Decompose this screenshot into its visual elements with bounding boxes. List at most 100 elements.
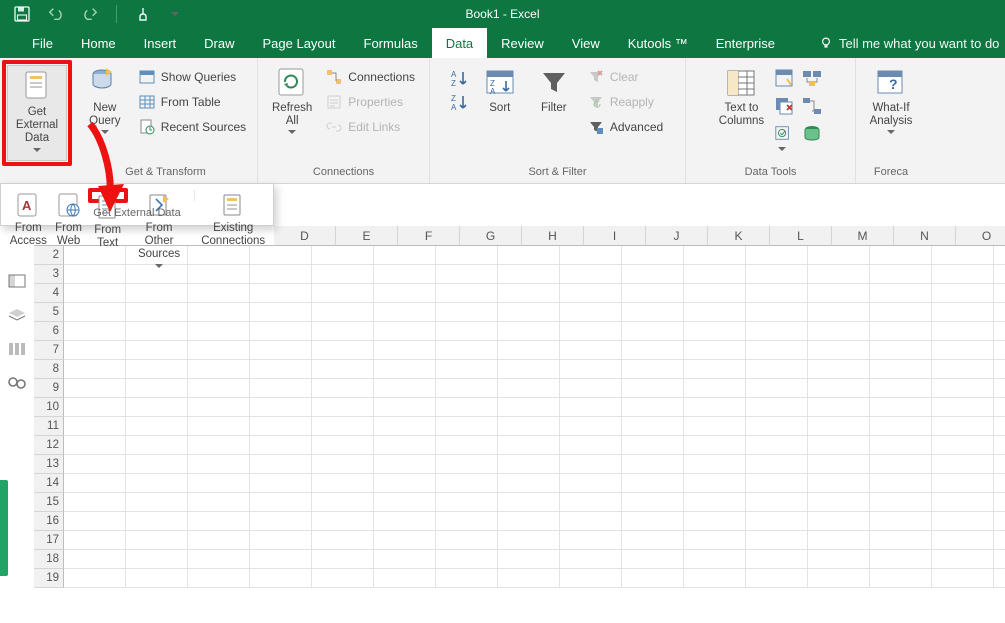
cell[interactable] (436, 550, 498, 569)
cell[interactable] (932, 512, 994, 531)
cell[interactable] (374, 398, 436, 417)
cell[interactable] (126, 531, 188, 550)
cell[interactable] (436, 512, 498, 531)
cell[interactable] (250, 398, 312, 417)
row-header[interactable]: 15 (34, 493, 64, 512)
cell[interactable] (312, 550, 374, 569)
cell[interactable] (312, 417, 374, 436)
cell[interactable] (560, 531, 622, 550)
cell[interactable] (932, 550, 994, 569)
save-icon[interactable] (14, 6, 30, 22)
cell[interactable] (994, 246, 1005, 265)
cell[interactable] (622, 493, 684, 512)
cell[interactable] (126, 417, 188, 436)
cell[interactable] (808, 474, 870, 493)
cell[interactable] (64, 455, 126, 474)
cell[interactable] (560, 493, 622, 512)
row-header[interactable]: 11 (34, 417, 64, 436)
tab-home[interactable]: Home (67, 28, 130, 58)
cell[interactable] (870, 531, 932, 550)
cell[interactable] (374, 341, 436, 360)
cell[interactable] (870, 322, 932, 341)
cell[interactable] (498, 569, 560, 588)
cell[interactable] (932, 265, 994, 284)
cell[interactable] (746, 246, 808, 265)
cell[interactable] (126, 341, 188, 360)
cell[interactable] (870, 341, 932, 360)
cell[interactable] (250, 550, 312, 569)
cell[interactable] (808, 569, 870, 588)
cell[interactable] (932, 360, 994, 379)
cell[interactable] (746, 436, 808, 455)
cell[interactable] (250, 493, 312, 512)
cell[interactable] (188, 436, 250, 455)
cell[interactable] (250, 512, 312, 531)
cell[interactable] (250, 436, 312, 455)
cell[interactable] (436, 417, 498, 436)
cell[interactable] (746, 284, 808, 303)
tab-insert[interactable]: Insert (130, 28, 191, 58)
cell[interactable] (808, 322, 870, 341)
cell[interactable] (808, 455, 870, 474)
cell[interactable] (870, 379, 932, 398)
cell[interactable] (994, 341, 1005, 360)
cell[interactable] (250, 322, 312, 341)
cell[interactable] (622, 246, 684, 265)
cell[interactable] (870, 398, 932, 417)
undo-icon[interactable] (48, 6, 64, 22)
cell[interactable] (746, 398, 808, 417)
cell[interactable] (932, 322, 994, 341)
column-header[interactable]: D (274, 226, 336, 246)
cell[interactable] (188, 322, 250, 341)
cell[interactable] (498, 360, 560, 379)
cell[interactable] (498, 531, 560, 550)
cell[interactable] (126, 569, 188, 588)
cell[interactable] (250, 569, 312, 588)
cell[interactable] (498, 303, 560, 322)
column-header[interactable]: F (398, 226, 460, 246)
cell[interactable] (622, 341, 684, 360)
cell[interactable] (746, 474, 808, 493)
tab-page-layout[interactable]: Page Layout (249, 28, 350, 58)
row-header[interactable]: 14 (34, 474, 64, 493)
cell[interactable] (188, 379, 250, 398)
cell[interactable] (188, 341, 250, 360)
cell[interactable] (250, 531, 312, 550)
navpane-icon[interactable] (8, 273, 26, 289)
row-header[interactable]: 18 (34, 550, 64, 569)
cell[interactable] (684, 284, 746, 303)
flash-fill-icon[interactable] (774, 68, 798, 92)
cell[interactable] (746, 512, 808, 531)
cell[interactable] (188, 265, 250, 284)
cell[interactable] (870, 284, 932, 303)
cell[interactable] (250, 303, 312, 322)
cell[interactable] (126, 303, 188, 322)
cell[interactable] (374, 379, 436, 398)
cell[interactable] (560, 474, 622, 493)
cell[interactable] (746, 322, 808, 341)
find-icon[interactable] (8, 375, 26, 391)
layers-icon[interactable] (8, 307, 26, 323)
cell[interactable] (932, 379, 994, 398)
cell[interactable] (436, 284, 498, 303)
cell[interactable] (684, 303, 746, 322)
cell[interactable] (64, 436, 126, 455)
cell[interactable] (374, 246, 436, 265)
cell[interactable] (746, 455, 808, 474)
cell[interactable] (498, 550, 560, 569)
cell[interactable] (870, 360, 932, 379)
cell[interactable] (622, 265, 684, 284)
cell[interactable] (808, 512, 870, 531)
cell[interactable] (188, 550, 250, 569)
cell[interactable] (746, 360, 808, 379)
from-table-button[interactable]: From Table (135, 91, 250, 113)
cell[interactable] (436, 569, 498, 588)
cell[interactable] (684, 398, 746, 417)
row-header[interactable]: 13 (34, 455, 64, 474)
cell[interactable] (188, 493, 250, 512)
cell[interactable] (436, 341, 498, 360)
cell[interactable] (250, 474, 312, 493)
connections-button[interactable]: Connections (322, 66, 419, 88)
cell[interactable] (622, 360, 684, 379)
cell[interactable] (64, 379, 126, 398)
